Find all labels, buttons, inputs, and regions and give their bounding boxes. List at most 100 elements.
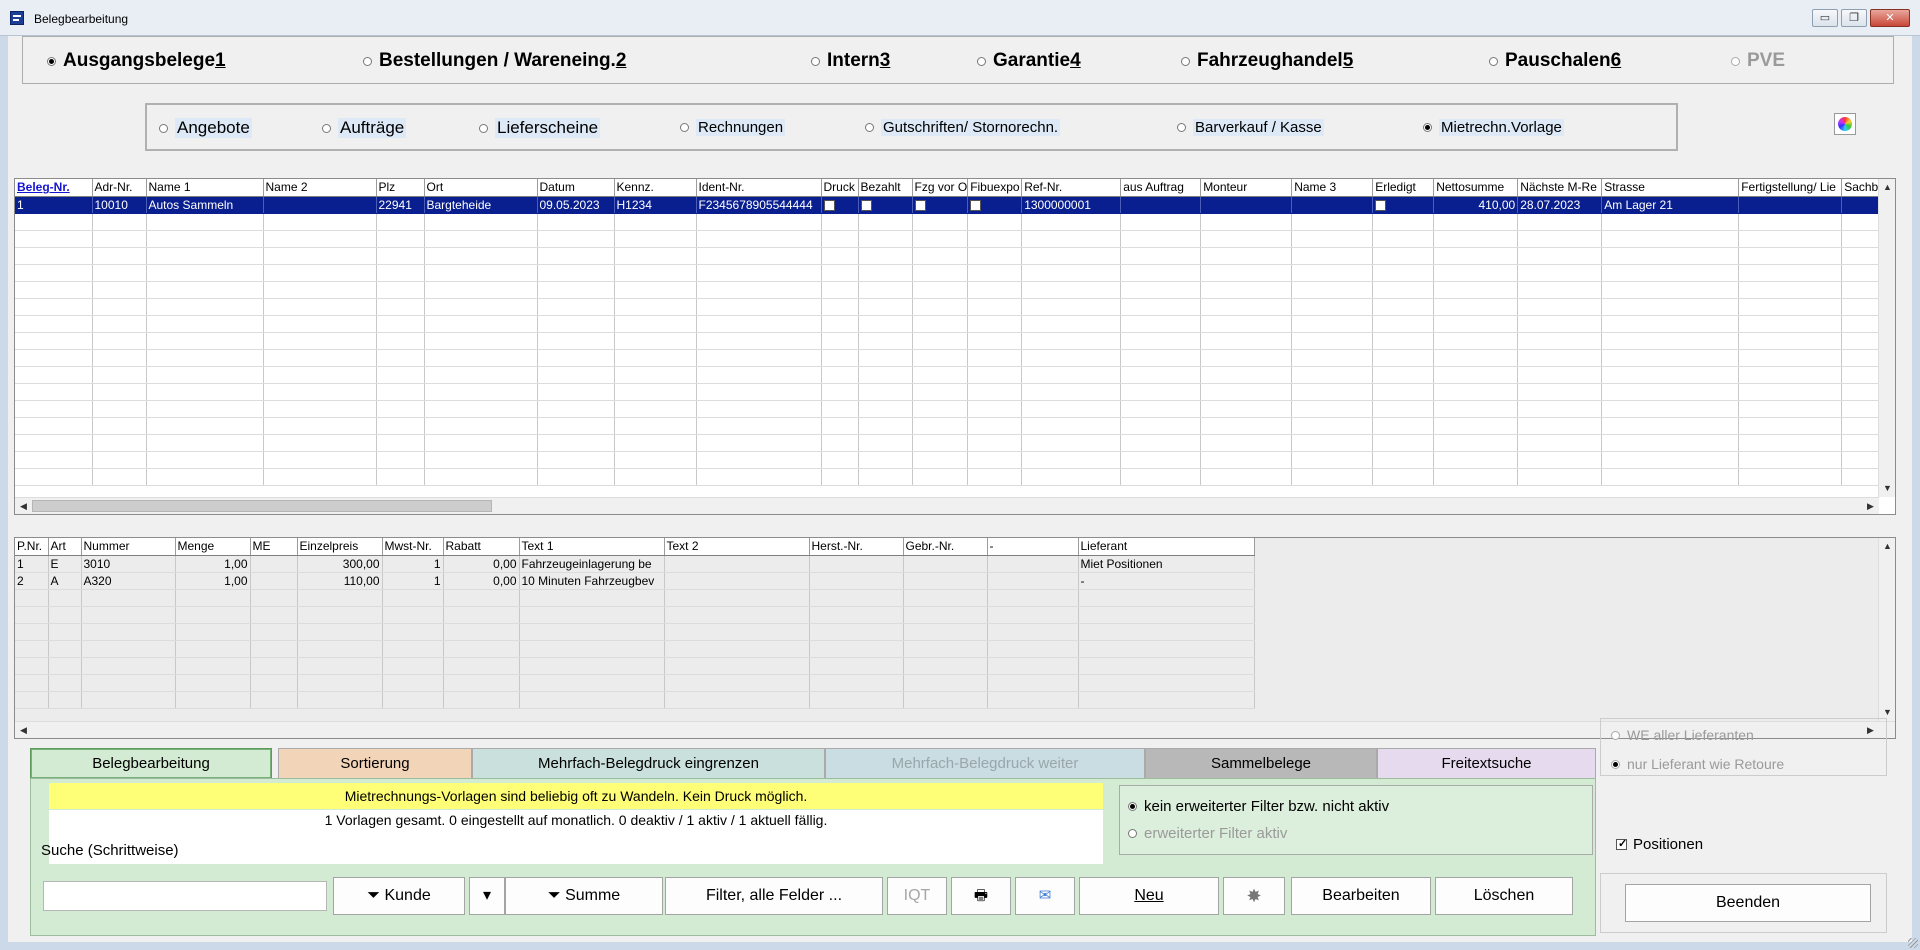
column-header[interactable]: Kennz. [614, 179, 697, 197]
column-header[interactable]: Text 2 [664, 538, 810, 556]
column-header[interactable]: Name 3 [1291, 179, 1374, 197]
neu-button[interactable]: Neu [1079, 877, 1219, 915]
print-icon[interactable]: 🖶 [951, 877, 1011, 915]
radio-gutschriften[interactable]: Gutschriften/ Stornorechn. [865, 119, 1061, 136]
column-header[interactable]: Gebr.-Nr. [903, 538, 988, 556]
bearbeiten-button[interactable]: Bearbeiten [1291, 877, 1431, 915]
radio-extended-filter[interactable]: erweiterter Filter aktiv [1128, 825, 1287, 842]
iqt-button[interactable]: IQT [887, 877, 947, 915]
column-header[interactable]: Name 2 [263, 179, 377, 197]
column-header[interactable]: Nettosumme [1433, 179, 1519, 197]
document-grid-hscroll[interactable]: ◀ ▶ [15, 497, 1879, 514]
radio-pauschalen[interactable]: Pauschalen 6 [1489, 50, 1621, 72]
radio-fahrzeughandel[interactable]: Fahrzeughandel 5 [1181, 50, 1353, 72]
scroll-up-arrow[interactable]: ▲ [1879, 538, 1895, 555]
scroll-up-arrow[interactable]: ▲ [1879, 179, 1895, 196]
column-header[interactable]: Nummer [81, 538, 176, 556]
column-header[interactable]: Erledigt [1372, 179, 1435, 197]
document-grid[interactable]: Beleg-Nr. Adr-Nr. Name 1 Name 2 Plz Ort Datum K… [14, 178, 1896, 515]
table-row[interactable]: 2 A A320 1,00 110,00 1 0,00 10 Minuten Fahrzeug… [15, 572, 1255, 590]
beenden-button[interactable]: Beenden [1625, 884, 1871, 922]
column-header[interactable]: Plz [376, 179, 425, 197]
table-row[interactable]: 1 E 3010 1,00 300,00 1 0,00 Fahrzeugeinlagerung… [15, 555, 1255, 573]
checkbox[interactable] [1375, 199, 1387, 211]
send-mail-icon[interactable]: ✉ [1015, 877, 1075, 915]
column-header[interactable]: - [987, 538, 1079, 556]
radio-no-extended-filter[interactable]: kein erweiterter Filter bzw. nicht aktiv [1128, 798, 1389, 815]
loeschen-button[interactable]: Löschen [1435, 877, 1573, 915]
radio-angebote[interactable]: Angebote [159, 118, 252, 138]
search-input[interactable] [43, 881, 327, 911]
column-header[interactable]: Fertigstellung/ Lie [1738, 179, 1843, 197]
column-header[interactable]: Art [48, 538, 82, 556]
tab-freitextsuche[interactable]: Freitextsuche [1377, 748, 1596, 779]
radio-bestellungen[interactable]: Bestellungen / Wareneing. 2 [363, 50, 626, 72]
tab-belegbearbeitung[interactable]: Belegbearbeitung [30, 748, 272, 779]
column-header[interactable]: Fzg vor O [912, 179, 969, 197]
radio-intern[interactable]: Intern 3 [811, 50, 890, 72]
maximize-button[interactable]: ❐ [1841, 9, 1867, 27]
close-button[interactable]: ✕ [1870, 9, 1910, 27]
scroll-down-arrow[interactable]: ▼ [1879, 480, 1895, 497]
column-header[interactable]: Ident-Nr. [696, 179, 822, 197]
table-row[interactable]: 1 10010 Autos Sammeln 22941 Bargteheide 09.05… [15, 196, 1882, 214]
checkbox[interactable] [914, 199, 926, 211]
column-header[interactable]: ME [250, 538, 298, 556]
column-header[interactable]: Rabatt [443, 538, 520, 556]
column-header[interactable]: Nächste M-Re [1517, 179, 1603, 197]
column-header[interactable]: Mwst-Nr. [382, 538, 444, 556]
checkbox[interactable] [823, 199, 835, 211]
column-header[interactable]: aus Auftrag [1120, 179, 1202, 197]
filter-kunde-button[interactable]: ⏷ Kunde [333, 877, 465, 915]
document-grid-vscroll[interactable]: ▲ ▼ [1878, 179, 1895, 497]
column-header[interactable]: Druck [821, 179, 859, 197]
scroll-right-arrow[interactable]: ▶ [1862, 498, 1879, 514]
filter-summe-button[interactable]: ⏷ Summe [505, 877, 663, 915]
scroll-left-arrow[interactable]: ◀ [15, 722, 32, 738]
radio-rechnungen[interactable]: Rechnungen [680, 119, 786, 136]
column-header[interactable]: P.Nr. [15, 538, 49, 556]
radio-mietrechn-vorlage[interactable]: Mietrechn.Vorlage [1423, 119, 1564, 136]
positionen-checkbox[interactable]: Positionen [1616, 836, 1703, 853]
column-header[interactable]: Text 1 [519, 538, 665, 556]
column-header[interactable]: Adr-Nr. [92, 179, 147, 197]
radio-supplier-retoure[interactable]: nur Lieferant wie Retoure [1611, 756, 1784, 772]
column-header[interactable]: Monteur [1200, 179, 1293, 197]
radio-ausgangsbelege[interactable]: Ausgangsbelege 1 [47, 50, 226, 72]
checkbox[interactable] [860, 199, 872, 211]
color-palette-icon[interactable] [1834, 113, 1856, 135]
radio-lieferscheine[interactable]: Lieferscheine [479, 118, 601, 138]
column-header[interactable]: Strasse [1601, 179, 1740, 197]
tab-sammelbelege[interactable]: Sammelbelege [1145, 748, 1377, 779]
column-header[interactable]: Menge [175, 538, 251, 556]
column-header[interactable]: Ort [424, 179, 538, 197]
wizard-wand-icon[interactable]: ✸ [1223, 877, 1285, 915]
column-header[interactable]: Sachb [1841, 179, 1882, 197]
checkbox[interactable] [970, 199, 982, 211]
column-header[interactable]: Bezahlt [858, 179, 913, 197]
radio-we-all-suppliers[interactable]: WE aller Lieferanten [1611, 727, 1754, 743]
positions-grid-vscroll[interactable]: ▲ ▼ [1878, 538, 1895, 721]
column-header[interactable]: Beleg-Nr. [15, 179, 93, 197]
positions-grid[interactable]: P.Nr. Art Nummer Menge ME Einzelpreis Mwst-Nr.… [14, 537, 1896, 739]
tab-mehrfach-belegdruck-eingrenzen[interactable]: Mehrfach-Belegdruck eingrenzen [472, 748, 825, 779]
column-header[interactable]: Datum [537, 179, 615, 197]
column-header[interactable]: Name 1 [146, 179, 264, 197]
column-header[interactable]: Lieferant [1078, 538, 1255, 556]
column-header[interactable]: Fibuexpo [967, 179, 1023, 197]
radio-auftraege[interactable]: Aufträge [322, 118, 407, 138]
resize-grip[interactable] [1908, 938, 1918, 948]
tab-mehrfach-belegdruck-weiter[interactable]: Mehrfach-Belegdruck weiter [825, 748, 1145, 779]
radio-pve[interactable]: PVE [1731, 50, 1785, 72]
column-header[interactable]: Herst.-Nr. [809, 538, 904, 556]
filter-dropdown-button[interactable]: ▾ [469, 877, 505, 915]
scroll-left-arrow[interactable]: ◀ [15, 498, 32, 514]
radio-garantie[interactable]: Garantie 4 [977, 50, 1081, 72]
scroll-thumb[interactable] [32, 500, 492, 512]
minimize-button[interactable]: ▭ [1812, 9, 1838, 27]
column-header[interactable]: Ref-Nr. [1021, 179, 1122, 197]
radio-barverkauf[interactable]: Barverkauf / Kasse [1177, 119, 1324, 136]
column-header[interactable]: Einzelpreis [297, 538, 383, 556]
tab-sortierung[interactable]: Sortierung [278, 748, 472, 779]
filter-all-fields-button[interactable]: Filter, alle Felder ... [665, 877, 883, 915]
